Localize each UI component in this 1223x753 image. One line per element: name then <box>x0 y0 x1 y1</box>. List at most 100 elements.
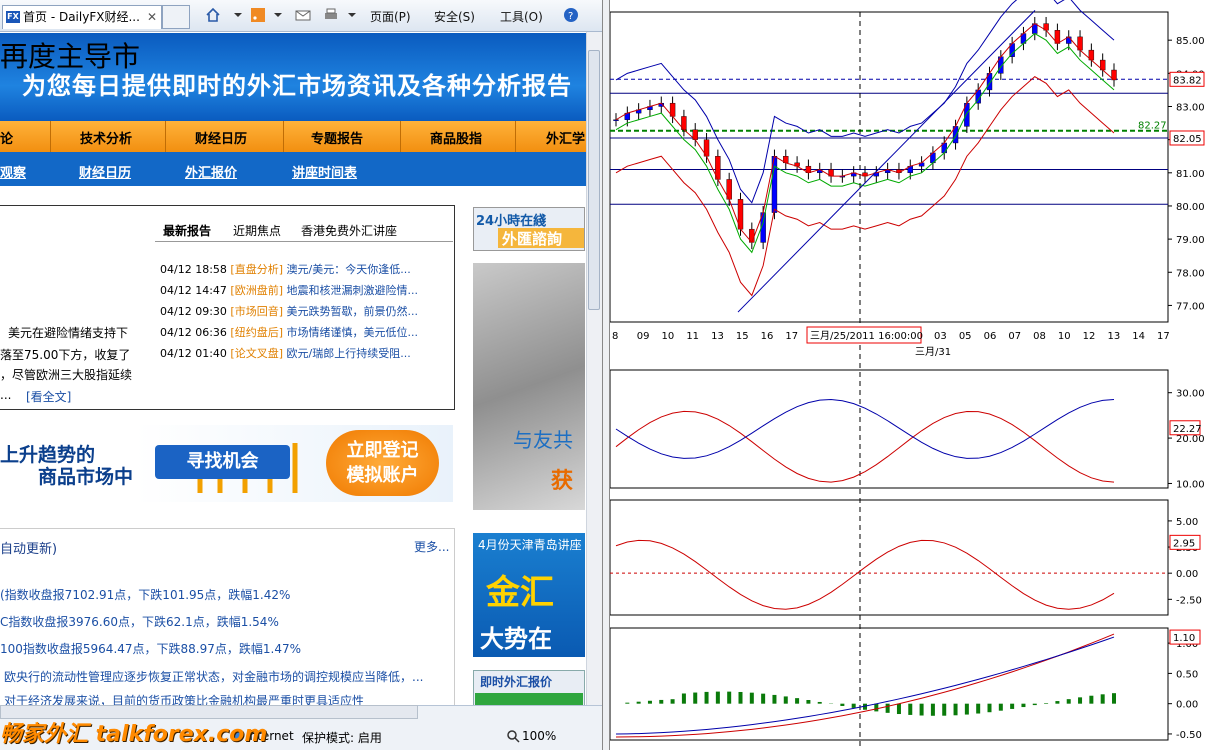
report-row[interactable]: 04/12 18:58 [直盘分析] 澳元/美元：今天你逢低... <box>160 261 411 277</box>
chevron-down-icon[interactable] <box>230 7 246 23</box>
y-tick-label: 77.00 <box>1176 301 1205 312</box>
report-row[interactable]: 04/12 01:40 [论文叉盘] 欧元/瑞郎上行持续受阻... <box>160 345 411 361</box>
browser-tab[interactable]: FX 首页 - DailyFX财经... ✕ <box>2 5 162 29</box>
histogram-bar <box>739 692 743 704</box>
histogram-bar <box>682 693 686 703</box>
feature-summary: ，尽管欧洲三大股指延续 <box>0 366 132 383</box>
histogram-bar <box>908 704 912 715</box>
page-menu[interactable]: 页面(P) <box>370 8 411 25</box>
indicator-panel-frame <box>610 628 1168 740</box>
histogram-bar <box>897 704 901 714</box>
macd-line <box>616 634 1114 737</box>
x-tick-label: 11 <box>686 331 699 342</box>
nav-item-forex-school[interactable]: 外汇学 <box>546 128 585 147</box>
price-panel-frame <box>610 12 1168 322</box>
nav-item-calendar[interactable]: 财经日历 <box>195 128 247 147</box>
subnav-item-watch[interactable]: 观察 <box>0 162 26 181</box>
x-tick-label: 03 <box>934 331 947 342</box>
nav-divider <box>50 121 51 152</box>
histogram-bar <box>750 693 754 704</box>
histogram-bar <box>1044 703 1048 704</box>
nav-divider <box>515 121 516 152</box>
read-more-link[interactable]: [看全文] <box>26 388 71 405</box>
report-tabs: 最新报告 近期焦点 香港免费外汇讲座 <box>155 218 453 242</box>
histogram-bar <box>625 703 629 704</box>
histogram-bar <box>1055 701 1059 704</box>
chart-window: 85.0084.0083.0082.0081.0080.0079.0078.00… <box>610 0 1223 750</box>
promo-line2: 商品市场中 <box>38 462 133 489</box>
nav-item-commodities[interactable]: 商品股指 <box>430 128 482 147</box>
histogram-bar <box>693 693 697 704</box>
tab-hk-seminar[interactable]: 香港免费外汇讲座 <box>301 222 397 239</box>
zoom-icon[interactable] <box>506 729 520 743</box>
nav-item-special-reports[interactable]: 专题报告 <box>311 128 363 147</box>
chart-canvas[interactable]: 85.0084.0083.0082.0081.0080.0079.0078.00… <box>610 0 1223 750</box>
tab-latest-reports[interactable]: 最新报告 <box>163 222 211 239</box>
x-tick-label: 10 <box>1058 331 1071 342</box>
histogram-bar <box>637 702 641 704</box>
x-tick-label: 06 <box>984 331 997 342</box>
home-icon[interactable] <box>205 7 221 23</box>
feature-headline[interactable]: 再度主导市 <box>0 35 140 75</box>
chevron-down-icon[interactable] <box>344 7 360 23</box>
rss-feed-icon[interactable] <box>250 7 266 23</box>
browser-toolbar: FX 首页 - DailyFX财经... ✕ 页面(P) 安全(S) 工具(O)… <box>0 0 602 32</box>
report-row[interactable]: 04/12 14:47 [欧洲盘前] 地震和核泄漏刺激避险情... <box>160 282 418 298</box>
histogram-bar <box>772 695 776 704</box>
x-tick-label: 13 <box>1107 331 1120 342</box>
subnav-item-schedule[interactable]: 讲座时间表 <box>292 162 357 181</box>
tools-menu[interactable]: 工具(O) <box>500 8 543 25</box>
candle-body <box>614 120 619 121</box>
ad-seminar-bottom: 大势在 <box>480 619 552 654</box>
report-row[interactable]: 04/12 09:30 [市场回音] 美元跌势暂歇，前景仍然... <box>160 303 418 319</box>
y-tick-label: 0.00 <box>1176 700 1198 711</box>
news-header: 自动更新) <box>0 538 57 557</box>
support-level-label: 82.27 <box>1138 121 1167 132</box>
y-tick-label: 81.00 <box>1176 169 1205 180</box>
histogram-bar <box>761 694 765 704</box>
nav-item-commentary[interactable]: 论 <box>0 128 13 147</box>
subnav-item-quotes[interactable]: 外汇报价 <box>185 162 237 181</box>
y-tick-label: 5.00 <box>1176 517 1198 528</box>
svg-text:?: ? <box>568 11 573 22</box>
print-icon[interactable] <box>323 7 339 23</box>
subnav-item-calendar[interactable]: 财经日历 <box>79 162 131 181</box>
close-tab-icon[interactable]: ✕ <box>147 6 157 28</box>
crosshair-label: 三月/25/2011 16:00:00 <box>810 330 923 342</box>
histogram-bar <box>659 700 663 704</box>
indicator-line <box>616 540 1114 609</box>
price-label: 82.05 <box>1173 134 1202 145</box>
y-tick-label: 0.00 <box>1176 569 1198 580</box>
x-tick-label: 05 <box>959 331 972 342</box>
news-item[interactable]: 欧央行的流动性管理应逐步恢复正常状态，对金融市场的调控规模应当降低，... <box>4 668 423 685</box>
safety-menu[interactable]: 安全(S) <box>434 8 475 25</box>
histogram-bar <box>874 704 878 712</box>
histogram-bar <box>1033 704 1037 705</box>
register-demo-button[interactable]: 立即登记 模拟账户 <box>326 430 439 496</box>
scrollbar-thumb[interactable] <box>588 50 600 310</box>
new-tab-button[interactable] <box>162 5 190 29</box>
tab-recent-focus[interactable]: 近期焦点 <box>233 222 281 239</box>
news-item[interactable]: 100指数收盘报5964.47点，下跌88.97点，跌幅1.47% <box>0 640 301 657</box>
histogram-bar <box>671 699 675 703</box>
report-row[interactable]: 04/12 06:36 [纽约盘后] 市场情绪谨慎，美元低位... <box>160 324 418 340</box>
ad-seminar-big: 金汇 <box>486 565 554 614</box>
chevron-down-icon[interactable] <box>270 7 286 23</box>
protected-mode-label[interactable]: 保护模式: 启用 <box>302 729 382 746</box>
indicator-panel-frame <box>610 500 1168 615</box>
news-item[interactable]: (指数收盘报7102.91点，下跌101.95点，跌幅1.42% <box>0 586 290 603</box>
register-label: 模拟账户 <box>326 463 439 488</box>
mail-icon[interactable] <box>295 7 311 23</box>
histogram-bar <box>886 704 890 713</box>
nav-divider <box>283 121 284 152</box>
help-icon[interactable]: ? <box>563 7 579 23</box>
value-label: 1.10 <box>1173 633 1195 644</box>
news-more-link[interactable]: 更多... <box>414 538 449 555</box>
zoom-level[interactable]: 100% <box>522 729 556 743</box>
x-tick-label: 8 <box>612 331 618 342</box>
histogram-bar <box>999 704 1003 711</box>
news-item[interactable]: C指数收盘报3976.60点，下跌62.1点，跌幅1.54% <box>0 613 279 630</box>
nav-item-technical-analysis[interactable]: 技术分析 <box>80 128 132 147</box>
window-separator[interactable] <box>602 0 610 750</box>
find-opportunity-button[interactable]: 寻找机会 <box>155 445 290 479</box>
